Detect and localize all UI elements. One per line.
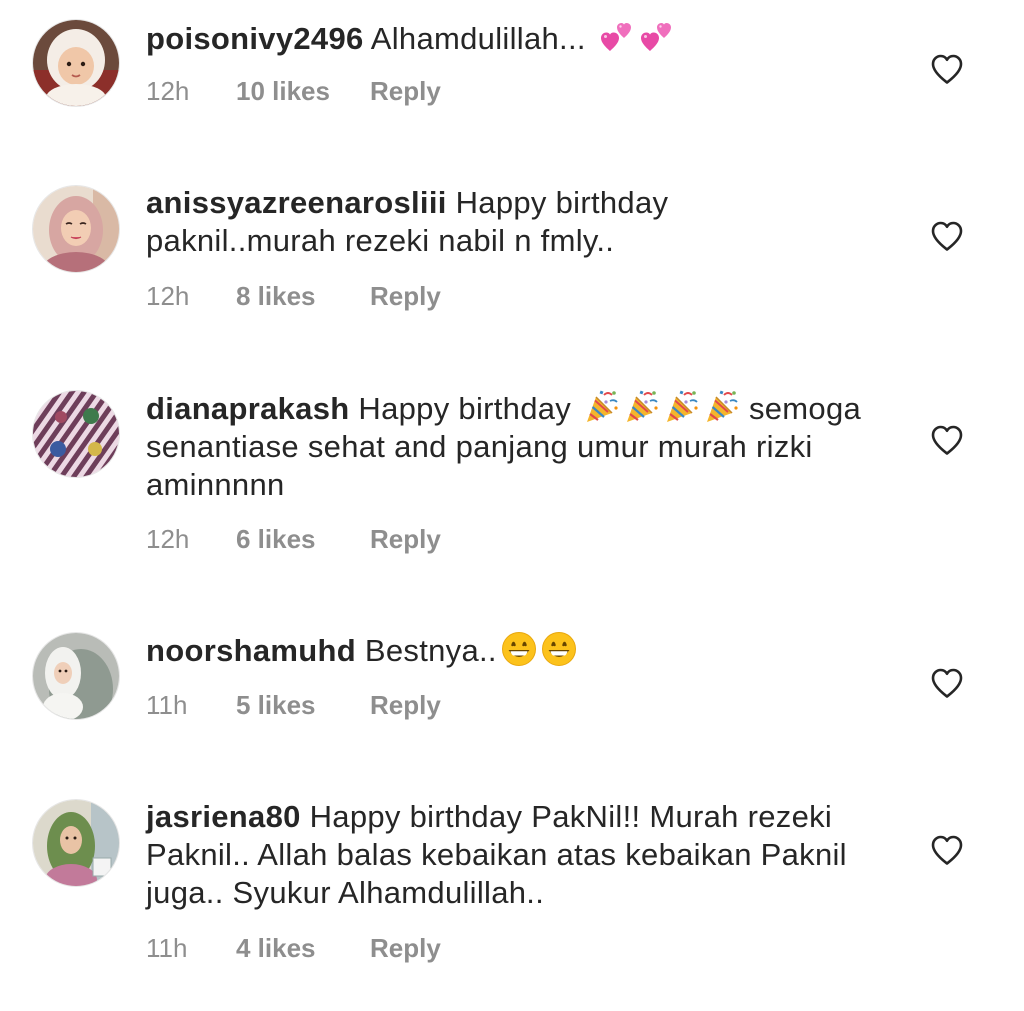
comment-body: Bestnya..: [364, 633, 497, 668]
heart-outline-icon[interactable]: [930, 667, 964, 699]
party-popper-icon: [584, 389, 620, 425]
comment-text: noorshamuhd Bestnya..: [146, 631, 866, 670]
comment-text: poisonivy2496 Alhamdulillah...: [146, 19, 866, 58]
avatar[interactable]: [33, 391, 119, 477]
avatar[interactable]: [33, 633, 119, 719]
avatar[interactable]: [33, 20, 119, 106]
comment-body: Alhamdulillah...: [370, 21, 586, 56]
comment-likes[interactable]: 8 likes: [236, 281, 370, 311]
two-hearts-icon: [599, 19, 635, 55]
comment-meta: 12h 8 likes Reply: [146, 281, 441, 311]
comment-meta: 11h 5 likes Reply: [146, 690, 441, 720]
two-hearts-icon: [639, 19, 675, 55]
comment-time: 12h: [146, 281, 190, 311]
comment-body-start: Happy birthday: [358, 391, 572, 426]
comment-username[interactable]: anissyazreenarosliii: [146, 185, 447, 220]
party-popper-icon: [704, 389, 740, 425]
grinning-face-icon: [541, 631, 577, 667]
avatar[interactable]: [33, 800, 119, 886]
comment-text: anissyazreenarosliii Happy birthday pakn…: [146, 184, 866, 260]
comment-username[interactable]: jasriena80: [146, 799, 301, 834]
reply-button[interactable]: Reply: [370, 76, 441, 106]
reply-button[interactable]: Reply: [370, 524, 441, 554]
comment-likes[interactable]: 10 likes: [236, 76, 370, 106]
comment-time: 11h: [146, 933, 188, 963]
comment-likes[interactable]: 4 likes: [236, 933, 370, 963]
comment-username[interactable]: noorshamuhd: [146, 633, 356, 668]
comment-meta: 12h 6 likes Reply: [146, 524, 441, 554]
comment-likes[interactable]: 6 likes: [236, 524, 370, 554]
comment-meta: 11h 4 likes Reply: [146, 933, 441, 963]
reply-button[interactable]: Reply: [370, 690, 441, 720]
heart-outline-icon[interactable]: [930, 424, 964, 456]
reply-button[interactable]: Reply: [370, 933, 441, 963]
party-popper-icon: [664, 389, 700, 425]
comment-time: 11h: [146, 690, 188, 720]
grinning-face-icon: [501, 631, 537, 667]
comment-time: 12h: [146, 524, 190, 554]
comment-likes[interactable]: 5 likes: [236, 690, 370, 720]
avatar[interactable]: [33, 186, 119, 272]
party-popper-icon: [624, 389, 660, 425]
heart-outline-icon[interactable]: [930, 834, 964, 866]
comment-text: jasriena80 Happy birthday PakNil!! Murah…: [146, 798, 866, 912]
comment-text: dianaprakash Happy birthday semoga senan…: [146, 389, 866, 504]
comment-username[interactable]: poisonivy2496: [146, 21, 364, 56]
comment-meta: 12h 10 likes Reply: [146, 76, 441, 106]
heart-outline-icon[interactable]: [930, 220, 964, 252]
heart-outline-icon[interactable]: [930, 53, 964, 85]
comment-username[interactable]: dianaprakash: [146, 391, 349, 426]
comment-time: 12h: [146, 76, 190, 106]
reply-button[interactable]: Reply: [370, 281, 441, 311]
